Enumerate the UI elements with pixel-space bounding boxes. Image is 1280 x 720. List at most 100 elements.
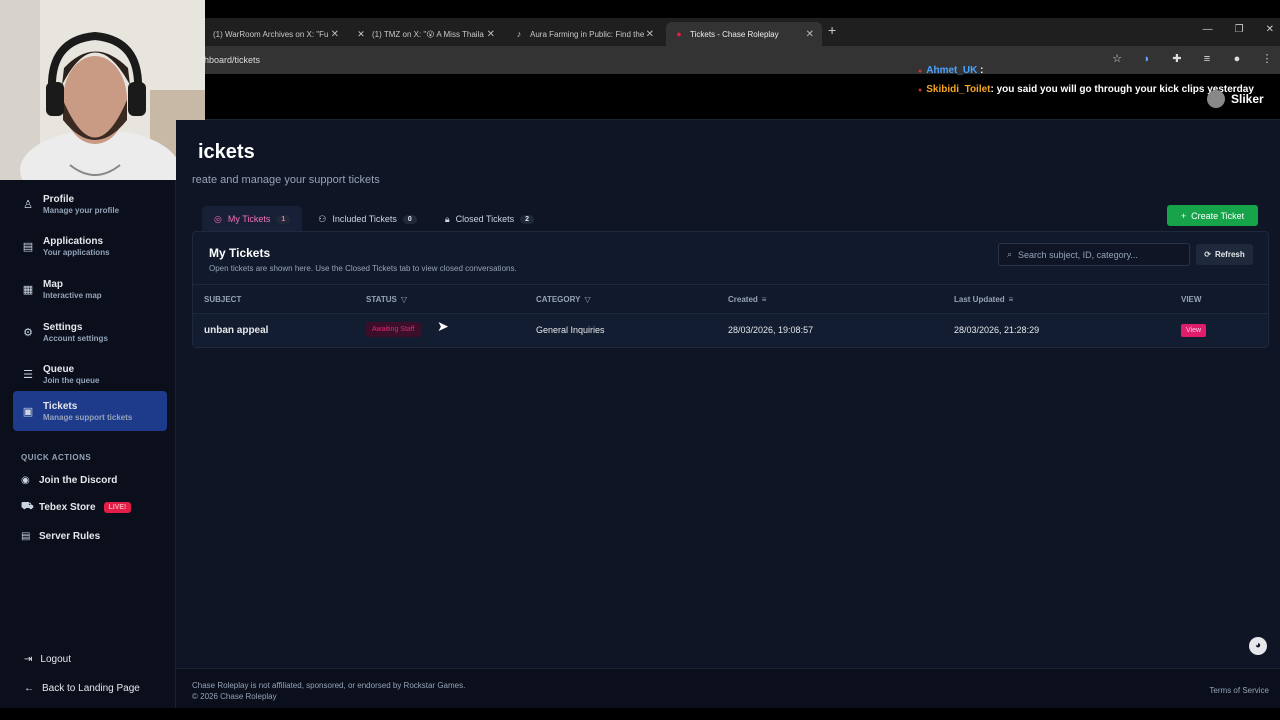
card-title: My Tickets xyxy=(209,246,271,260)
search-input[interactable] xyxy=(1018,249,1179,260)
tab-label: My Tickets xyxy=(227,214,271,224)
refresh-button[interactable]: ⟳ Refresh xyxy=(1196,244,1253,265)
sidebar-item-profile[interactable]: ♙ Profile Manage your profile xyxy=(13,184,167,224)
close-icon[interactable]: ✕ xyxy=(806,29,814,40)
sort-icon[interactable]: ≡ xyxy=(762,295,767,304)
streamer-tag: Sliker xyxy=(1207,90,1264,108)
sidebar-item-label: Applications xyxy=(43,235,104,247)
table-row[interactable]: unban appeal Awaiting Staff General Inqu… xyxy=(193,314,1268,347)
create-ticket-button[interactable]: + Create Ticket xyxy=(1167,205,1258,226)
restore-icon[interactable]: ❐ xyxy=(1235,24,1244,35)
column-created[interactable]: Created ≡ xyxy=(728,295,766,304)
sidebar-item-queue[interactable]: ☰ Queue Join the queue xyxy=(13,354,167,394)
menu-icon[interactable]: ⋮ xyxy=(1260,52,1274,65)
tab-count: 2 xyxy=(520,214,535,224)
browser-tab-active[interactable]: ● Tickets - Chase Roleplay ✕ xyxy=(666,22,822,46)
close-window-icon[interactable]: ✕ xyxy=(1266,24,1274,35)
tab-label: Included Tickets xyxy=(332,214,397,224)
refresh-label: Refresh xyxy=(1214,250,1245,259)
close-icon[interactable]: ✕ xyxy=(487,29,495,40)
close-icon[interactable]: ✕ xyxy=(646,29,654,40)
server-rules-link[interactable]: ▤ Server Rules xyxy=(21,531,100,542)
logout-icon: ⇥ xyxy=(24,654,33,665)
new-tab-icon[interactable]: + xyxy=(828,22,836,38)
minimize-icon[interactable]: — xyxy=(1203,24,1213,35)
sidebar-item-sublabel: Manage your profile xyxy=(43,205,120,215)
url-field[interactable]: hboard/tickets xyxy=(204,55,260,65)
document-icon: ▤ xyxy=(22,240,34,253)
cart-icon: ⛟ xyxy=(21,501,34,512)
browser-tab[interactable]: ♪ Aura Farming in Public: Find the ✕ xyxy=(506,22,662,46)
status-badge: Awaiting Staff xyxy=(366,322,421,337)
tebex-store-link[interactable]: ⛟ Tebex Store LIVE! xyxy=(21,501,132,514)
chat-user: Skibidi_Toilet xyxy=(926,84,991,95)
discord-link[interactable]: ◉ Join the Discord xyxy=(21,475,117,486)
chat-message: ● Ahmet_UK : xyxy=(918,65,984,76)
logout-button[interactable]: ⇥ Logout xyxy=(24,654,71,665)
sidebar-item-sublabel: Manage support tickets xyxy=(43,412,133,422)
site-icon: ● xyxy=(676,29,682,39)
tab-title: (1) WarRoom Archives on X: "Fu xyxy=(213,29,329,39)
list-icon: ☰ xyxy=(23,368,33,381)
chat-message: ● Skibidi_Toilet: you said you will go th… xyxy=(918,84,1254,95)
footer-disclaimer: Chase Roleplay is not affiliated, sponso… xyxy=(192,681,466,690)
quick-action-label: Join the Discord xyxy=(39,475,118,486)
sort-icon[interactable]: ≡ xyxy=(1009,295,1014,304)
chat-overlay: ● Ahmet_UK : ● Skibidi_Toilet: you said yo… xyxy=(918,62,1254,100)
plus-icon: + xyxy=(1180,210,1187,221)
column-subject: SUBJECT xyxy=(204,295,241,304)
screen: (1) WarRoom Archives on X: "Fu ✕ ✕ (1) T… xyxy=(0,0,1280,720)
bottom-strip xyxy=(0,708,1280,720)
tab-count: 0 xyxy=(402,214,417,224)
logout-label: Logout xyxy=(40,654,71,665)
people-icon: ⚇ xyxy=(318,213,327,224)
sidebar-item-map[interactable]: ▦ Map Interactive map xyxy=(13,269,167,309)
column-last-updated[interactable]: Last Updated ≡ xyxy=(954,295,1013,304)
close-icon[interactable]: ✕ xyxy=(331,29,339,40)
sidebar-item-sublabel: Join the queue xyxy=(43,375,100,385)
live-badge: LIVE! xyxy=(103,502,132,513)
create-ticket-label: Create Ticket xyxy=(1191,210,1245,221)
terms-link[interactable]: Terms of Service xyxy=(1209,686,1269,695)
column-status[interactable]: STATUS ▽ xyxy=(366,295,407,304)
mouse-cursor: ➤ xyxy=(437,318,449,334)
lock-icon: 🔒︎ xyxy=(444,213,450,224)
tab-closed-tickets[interactable]: 🔒︎ Closed Tickets 2 xyxy=(433,206,546,232)
tab-my-tickets[interactable]: ◎ My Tickets 1 xyxy=(202,206,303,232)
sidebar-item-applications[interactable]: ▤ Applications Your applications xyxy=(13,226,167,266)
quick-action-label: Tebex Store xyxy=(39,502,96,513)
chat-user: Ahmet_UK xyxy=(926,65,978,76)
sidebar-item-sublabel: Account settings xyxy=(43,333,108,343)
x-icon: ✕ xyxy=(357,29,365,39)
rules-icon: ▤ xyxy=(21,531,31,542)
tab-title: (1) TMZ on X: "😮 A Miss Thaila xyxy=(372,29,484,39)
filter-icon[interactable]: ▽ xyxy=(401,295,407,304)
map-icon: ▦ xyxy=(22,283,34,296)
tiktok-icon: ♪ xyxy=(516,29,522,39)
webcam-image xyxy=(0,0,205,180)
back-to-landing-link[interactable]: ← Back to Landing Page xyxy=(24,683,140,694)
column-view: VIEW xyxy=(1181,295,1201,304)
sidebar-item-settings[interactable]: ⚙ Settings Account settings xyxy=(13,312,167,352)
ticket-subject: unban appeal xyxy=(204,325,269,336)
discord-icon: ◉ xyxy=(21,475,30,486)
filter-icon[interactable]: ▽ xyxy=(584,295,590,304)
cookie-icon[interactable]: ◕ xyxy=(1249,637,1267,655)
browser-tab[interactable]: ✕ (1) TMZ on X: "😮 A Miss Thaila ✕ xyxy=(348,22,503,46)
tickets-card: My Tickets Open tickets are shown here. … xyxy=(192,231,1269,348)
tab-title: Tickets - Chase Roleplay xyxy=(690,29,779,39)
search-box: ⌕ xyxy=(998,243,1190,266)
sidebar-item-label: Queue xyxy=(43,363,75,375)
sidebar-item-label: Tickets xyxy=(43,400,78,412)
user-circle-icon: ◎ xyxy=(214,213,222,224)
browser-tab[interactable]: (1) WarRoom Archives on X: "Fu ✕ xyxy=(205,22,347,46)
arrow-left-icon: ← xyxy=(24,683,34,694)
sidebar-item-label: Profile xyxy=(43,193,75,205)
sidebar-item-tickets[interactable]: ▣ Tickets Manage support tickets xyxy=(13,391,167,431)
webcam-overlay xyxy=(0,0,205,180)
view-ticket-button[interactable]: View xyxy=(1181,324,1207,337)
tab-included-tickets[interactable]: ⚇ Included Tickets 0 xyxy=(306,206,429,232)
column-label: Last Updated xyxy=(954,295,1005,304)
column-category[interactable]: CATEGORY ▽ xyxy=(536,295,591,304)
tab-label: Closed Tickets xyxy=(455,214,515,224)
